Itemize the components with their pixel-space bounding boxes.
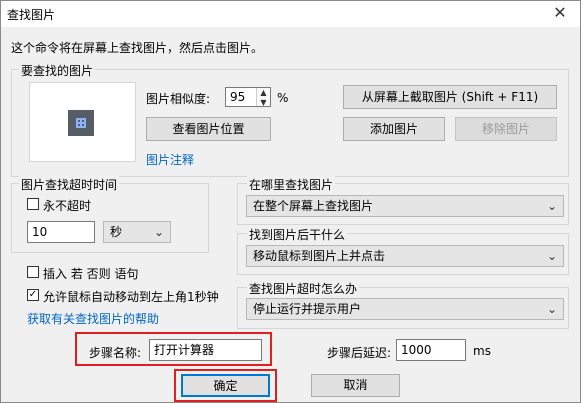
title-bar: 查找图片 ✕ bbox=[1, 1, 580, 27]
similarity-label: 图片相似度: bbox=[146, 92, 211, 106]
help-link[interactable]: 获取有关查找图片的帮助 bbox=[27, 310, 159, 327]
after-find-value: 移动鼠标到图片上并点击 bbox=[253, 249, 386, 263]
allow-mouse-checkbox[interactable]: ✓ bbox=[27, 289, 39, 301]
remove-image-button[interactable]: 移除图片 bbox=[455, 117, 557, 141]
find-image-dialog: 查找图片 ✕ 这个命令将在屏幕上查找图片，然后点击图片。 要查找的图片 图片相似… bbox=[0, 0, 581, 403]
timeout-unit-select[interactable]: 秒 ⌄ bbox=[103, 221, 171, 243]
after-find-select[interactable]: 移动鼠标到图片上并点击 ⌄ bbox=[246, 245, 564, 267]
after-find-group-label: 找到图片后干什么 bbox=[247, 226, 348, 243]
step-name-label: 步骤名称: bbox=[89, 346, 142, 360]
timeout-unit-value: 秒 bbox=[110, 225, 123, 239]
allow-mouse-label: 允许鼠标自动移动到左上角1秒钟 bbox=[43, 290, 219, 304]
chevron-down-icon: ⌄ bbox=[546, 199, 557, 213]
never-timeout-label: 永不超时 bbox=[43, 199, 92, 213]
timeout-group-label: 图片查找超时时间 bbox=[19, 176, 120, 193]
delay-label: 步骤后延迟: bbox=[327, 346, 392, 360]
chevron-down-icon: ⌄ bbox=[153, 225, 164, 239]
similarity-input[interactable]: 95 ▲ ▼ bbox=[225, 87, 271, 107]
checkmark-icon: ✓ bbox=[28, 289, 38, 300]
cancel-button[interactable]: 取消 bbox=[311, 374, 400, 397]
timeout-action-select[interactable]: 停止运行并提示用户 ⌄ bbox=[246, 298, 564, 320]
spin-down-icon[interactable]: ▼ bbox=[257, 98, 270, 108]
view-image-position-button[interactable]: 查看图片位置 bbox=[146, 117, 271, 141]
never-timeout-checkbox[interactable] bbox=[27, 198, 39, 210]
timeout-action-value: 停止运行并提示用户 bbox=[253, 302, 362, 316]
chevron-down-icon: ⌄ bbox=[546, 249, 557, 263]
image-thumbnail bbox=[68, 110, 94, 136]
insert-if-else-checkbox[interactable] bbox=[27, 266, 39, 278]
ok-button[interactable]: 确定 bbox=[181, 374, 270, 397]
where-select[interactable]: 在整个屏幕上查找图片 ⌄ bbox=[246, 195, 564, 217]
window-title: 查找图片 bbox=[7, 8, 56, 22]
image-group-label: 要查找的图片 bbox=[19, 62, 96, 79]
percent-label: % bbox=[277, 91, 289, 105]
similarity-spinner[interactable]: ▲ ▼ bbox=[256, 88, 270, 108]
timeout-value-input[interactable]: 10 bbox=[27, 221, 95, 243]
spin-up-icon[interactable]: ▲ bbox=[257, 88, 270, 98]
where-group-label: 在哪里查找图片 bbox=[247, 176, 336, 193]
add-image-button[interactable]: 添加图片 bbox=[343, 117, 445, 141]
capture-image-button[interactable]: 从屏幕上截取图片 (Shift + F11) bbox=[343, 85, 557, 109]
insert-if-else-label: 插入 若 否则 语句 bbox=[43, 267, 139, 281]
delay-unit-label: ms bbox=[473, 344, 491, 358]
delay-input[interactable]: 1000 bbox=[396, 339, 466, 361]
chevron-down-icon: ⌄ bbox=[546, 302, 557, 316]
image-preview bbox=[29, 82, 136, 162]
step-name-input[interactable]: 打开计算器 bbox=[149, 339, 262, 361]
timeout-action-group-label: 查找图片超时怎么办 bbox=[247, 280, 360, 297]
image-annotation-link[interactable]: 图片注释 bbox=[146, 151, 194, 168]
similarity-value: 95 bbox=[230, 90, 246, 104]
instruction-text: 这个命令将在屏幕上查找图片，然后点击图片。 bbox=[11, 41, 264, 55]
close-icon[interactable]: ✕ bbox=[550, 3, 570, 23]
where-value: 在整个屏幕上查找图片 bbox=[253, 199, 374, 213]
